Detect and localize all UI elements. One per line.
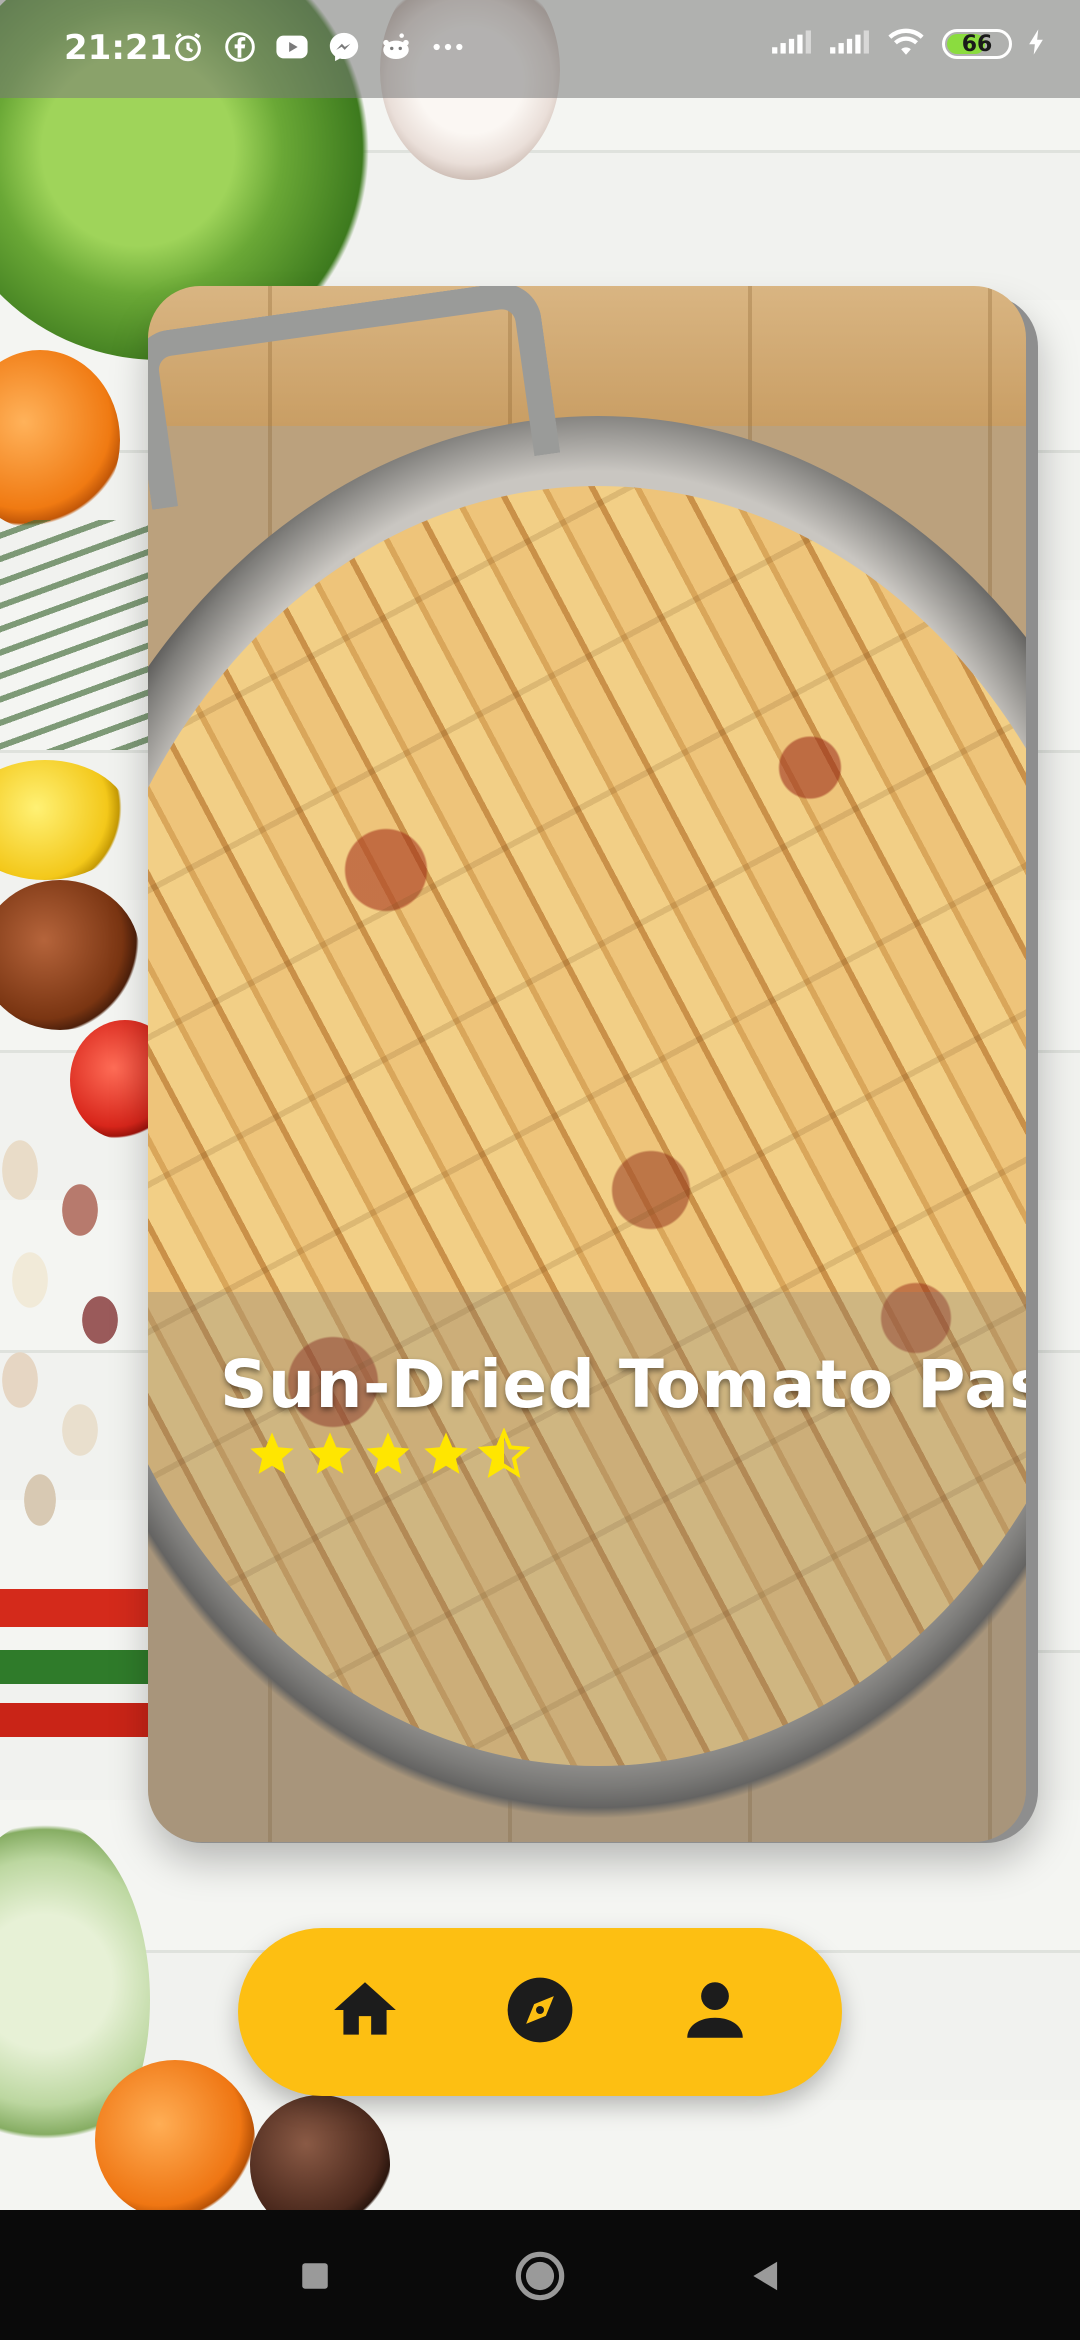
person-icon <box>678 1973 752 2051</box>
back-icon[interactable] <box>738 2248 794 2304</box>
alarm-icon <box>170 29 206 65</box>
reddit-icon <box>378 29 414 65</box>
bottom-tab-bar <box>238 1928 842 2096</box>
rating-stars <box>246 1428 530 1480</box>
tomato-image <box>0 350 120 530</box>
orange-tomato-image <box>95 2060 255 2220</box>
signal-icon <box>828 28 870 60</box>
battery-level: 66 <box>961 31 993 57</box>
recent-apps-icon[interactable] <box>287 2248 343 2304</box>
system-navigation-bar <box>0 2210 1080 2340</box>
herbs-image <box>0 520 150 750</box>
star-full-icon <box>304 1428 356 1480</box>
system-status-icons: 66 <box>770 26 1044 62</box>
facebook-icon <box>222 29 258 65</box>
status-time: 21:21 <box>64 28 173 68</box>
charging-icon <box>1028 28 1044 60</box>
compass-icon <box>503 1973 577 2051</box>
peppers-image <box>0 1570 150 1760</box>
brown-tomato-image <box>0 880 140 1030</box>
battery-icon: 66 <box>942 29 1012 59</box>
home-circle-icon[interactable] <box>512 2248 568 2304</box>
recipe-card[interactable]: Sun-Dried Tomato Pasta <box>148 286 1026 1842</box>
star-full-icon <box>362 1428 414 1480</box>
messenger-icon <box>326 29 362 65</box>
notification-icons <box>170 29 466 65</box>
beans-image <box>0 1130 170 1550</box>
signal-icon <box>770 28 812 60</box>
recipe-title: Sun-Dried Tomato Pasta <box>220 1346 1026 1423</box>
tab-profile[interactable] <box>667 1964 763 2060</box>
status-bar: 21:21 66 <box>0 0 1080 98</box>
more-dots-icon <box>430 29 466 65</box>
wifi-icon <box>886 26 926 62</box>
star-half-icon <box>478 1428 530 1480</box>
star-full-icon <box>246 1428 298 1480</box>
youtube-icon <box>274 29 310 65</box>
yellow-tomato-image <box>0 760 130 880</box>
star-full-icon <box>420 1428 472 1480</box>
tab-home[interactable] <box>317 1964 413 2060</box>
tab-explore[interactable] <box>492 1964 588 2060</box>
home-icon <box>328 1973 402 2051</box>
